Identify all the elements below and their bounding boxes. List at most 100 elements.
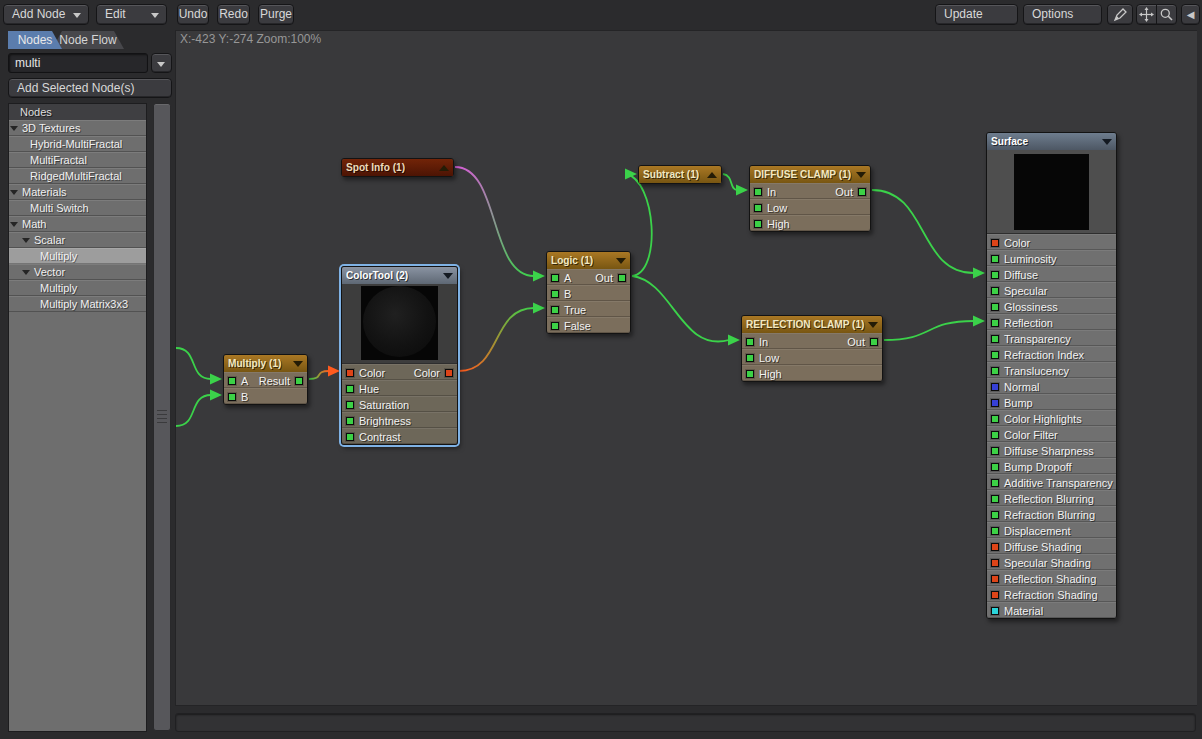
search-history-dropdown[interactable]: [151, 53, 172, 73]
collapse-toggle-icon[interactable]: [443, 273, 453, 279]
pan-icon[interactable]: [1136, 4, 1157, 25]
input-socket[interactable]: [746, 370, 754, 378]
input-socket[interactable]: [346, 433, 354, 441]
edit-dropdown[interactable]: Edit: [96, 4, 167, 25]
input-socket[interactable]: [991, 415, 999, 423]
collapse-toggle-icon[interactable]: [856, 172, 866, 178]
list-item-multi-switch[interactable]: Multi Switch: [9, 200, 146, 216]
input-socket[interactable]: [991, 351, 999, 359]
expand-arrow-icon[interactable]: [10, 126, 18, 131]
output-socket[interactable]: [295, 377, 303, 385]
output-socket[interactable]: [445, 369, 453, 377]
input-socket[interactable]: [991, 447, 999, 455]
list-item-multiply[interactable]: Multiply: [9, 248, 146, 264]
tab-node-flow[interactable]: Node Flow: [52, 31, 124, 49]
input-socket[interactable]: [346, 385, 354, 393]
collapse-toggle-icon[interactable]: [616, 258, 626, 264]
input-socket[interactable]: [991, 399, 999, 407]
input-socket[interactable]: [991, 527, 999, 535]
input-socket[interactable]: [228, 393, 236, 401]
input-socket[interactable]: [991, 287, 999, 295]
expand-arrow-icon[interactable]: [10, 190, 18, 195]
list-item-scalar[interactable]: Scalar: [9, 232, 146, 248]
collapse-toggle-icon[interactable]: [868, 322, 878, 328]
input-socket[interactable]: [346, 417, 354, 425]
input-socket[interactable]: [991, 591, 999, 599]
node-title-bar[interactable]: Spot Info (1): [342, 159, 453, 176]
list-item-hybrid-multifractal[interactable]: Hybrid-MultiFractal: [9, 136, 146, 152]
input-socket[interactable]: [991, 303, 999, 311]
input-socket[interactable]: [991, 495, 999, 503]
collapse-toggle-icon[interactable]: [1102, 139, 1112, 145]
node-graph-canvas[interactable]: X:-423 Y:-274 Zoom:100% Spot Info (1)Mul…: [175, 30, 1197, 706]
zoom-icon[interactable]: [1156, 4, 1177, 25]
input-socket[interactable]: [991, 431, 999, 439]
input-socket[interactable]: [746, 338, 754, 346]
search-input[interactable]: [8, 53, 148, 73]
input-socket[interactable]: [991, 463, 999, 471]
input-socket[interactable]: [991, 335, 999, 343]
node-multiply[interactable]: Multiply (1)AResultB: [223, 354, 308, 405]
node-diffuse-clamp[interactable]: DIFFUSE CLAMP (1)InOutLowHigh: [749, 165, 871, 232]
list-item-3d-textures[interactable]: 3D Textures: [9, 120, 146, 136]
input-socket[interactable]: [346, 369, 354, 377]
pen-icon[interactable]: [1107, 4, 1133, 25]
list-item-multiply[interactable]: Multiply: [9, 280, 146, 296]
node-surface[interactable]: SurfaceColorLuminosityDiffuseSpecularGlo…: [986, 132, 1117, 619]
node-spot-info[interactable]: Spot Info (1): [341, 158, 454, 177]
add-selected-button[interactable]: Add Selected Node(s): [8, 78, 172, 98]
node-title-bar[interactable]: REFLECTION CLAMP (1): [742, 316, 882, 333]
input-socket[interactable]: [551, 290, 559, 298]
horizontal-scrollbar[interactable]: [175, 713, 1196, 732]
input-socket[interactable]: [754, 204, 762, 212]
update-button[interactable]: Update: [935, 4, 1018, 25]
tab-nodes[interactable]: Nodes: [8, 31, 62, 49]
input-socket[interactable]: [746, 354, 754, 362]
input-socket[interactable]: [346, 401, 354, 409]
input-socket[interactable]: [228, 377, 236, 385]
input-socket[interactable]: [991, 383, 999, 391]
node-title-bar[interactable]: ColorTool (2): [342, 267, 457, 284]
node-logic[interactable]: Logic (1)AOutBTrueFalse: [546, 251, 631, 334]
input-socket[interactable]: [991, 607, 999, 615]
list-item-multifractal[interactable]: MultiFractal: [9, 152, 146, 168]
node-reflection-clamp[interactable]: REFLECTION CLAMP (1)InOutLowHigh: [741, 315, 883, 382]
node-title-bar[interactable]: Logic (1): [547, 252, 630, 269]
output-socket[interactable]: [618, 274, 626, 282]
input-socket[interactable]: [551, 274, 559, 282]
list-item-math[interactable]: Math: [9, 216, 146, 232]
input-socket[interactable]: [551, 306, 559, 314]
node-title-bar[interactable]: Subtract (1): [639, 166, 721, 183]
list-item-materials[interactable]: Materials: [9, 184, 146, 200]
expand-arrow-icon[interactable]: [10, 222, 18, 227]
input-socket[interactable]: [754, 188, 762, 196]
input-socket[interactable]: [991, 367, 999, 375]
input-socket[interactable]: [991, 255, 999, 263]
input-socket[interactable]: [991, 319, 999, 327]
collapse-panel-icon[interactable]: ◀: [1181, 4, 1200, 25]
input-socket[interactable]: [991, 479, 999, 487]
input-socket[interactable]: [991, 271, 999, 279]
undo-button[interactable]: Undo: [177, 4, 209, 25]
add-node-dropdown[interactable]: Add Node: [3, 4, 89, 25]
output-socket[interactable]: [870, 338, 878, 346]
options-button[interactable]: Options: [1023, 4, 1102, 25]
input-socket[interactable]: [991, 559, 999, 567]
collapse-toggle-icon[interactable]: [707, 172, 717, 178]
output-socket[interactable]: [858, 188, 866, 196]
expand-arrow-icon[interactable]: [22, 270, 30, 275]
vertical-scrollbar[interactable]: [153, 103, 171, 731]
purge-button[interactable]: Purge: [258, 4, 294, 25]
node-title-bar[interactable]: Multiply (1): [224, 355, 307, 372]
node-subtract[interactable]: Subtract (1): [638, 165, 722, 184]
list-item-multiply-matrix3x3[interactable]: Multiply Matrix3x3: [9, 296, 146, 312]
input-socket[interactable]: [991, 511, 999, 519]
list-item-vector[interactable]: Vector: [9, 264, 146, 280]
input-socket[interactable]: [551, 322, 559, 330]
redo-button[interactable]: Redo: [217, 4, 250, 25]
node-colortool[interactable]: ColorTool (2)ColorColorHueSaturationBrig…: [341, 266, 458, 445]
input-socket[interactable]: [754, 220, 762, 228]
list-item-ridgedmultifractal[interactable]: RidgedMultiFractal: [9, 168, 146, 184]
collapse-toggle-icon[interactable]: [439, 165, 449, 171]
input-socket[interactable]: [991, 239, 999, 247]
